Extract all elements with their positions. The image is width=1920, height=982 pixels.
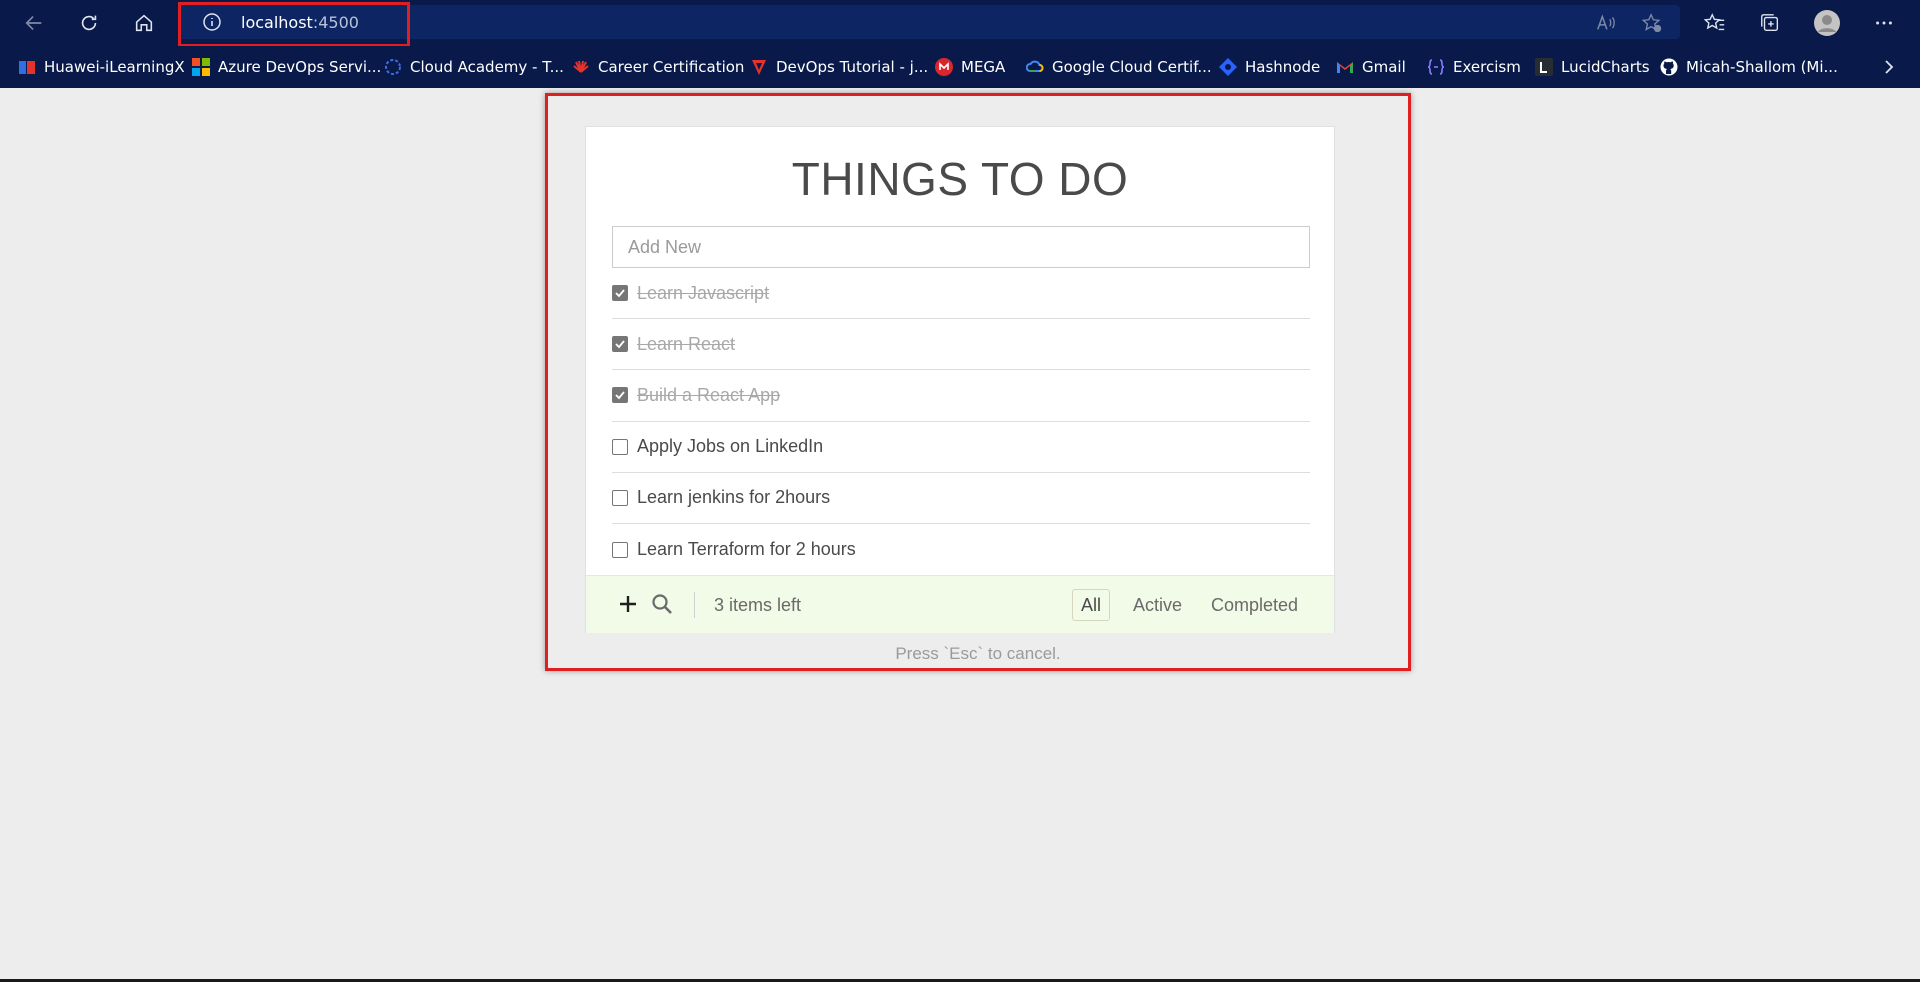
bookmark-github[interactable]: Micah-Shallom (Mi... <box>1660 55 1838 79</box>
bookmark-label: MEGA <box>961 58 1006 76</box>
plus-icon[interactable] <box>616 592 640 616</box>
bookmark-label: Hashnode <box>1245 58 1321 76</box>
bookmark-azure-devops[interactable]: Azure DevOps Servi... <box>192 55 381 79</box>
bookmark-label: Cloud Academy - T... <box>410 58 564 76</box>
bookmark-cloud-academy[interactable]: Cloud Academy - T... <box>384 55 564 79</box>
todo-list: Learn Javascript Learn React Build a Rea… <box>612 268 1310 575</box>
hint-text: Press `Esc` to cancel. <box>895 644 1061 663</box>
reload-button[interactable] <box>73 8 105 38</box>
chevron-right-icon[interactable] <box>1878 55 1900 79</box>
checkmark-icon <box>615 289 625 298</box>
todo-label: Apply Jobs on LinkedIn <box>637 436 824 457</box>
cloud-academy-icon <box>385 59 401 75</box>
profile-button[interactable] <box>1812 9 1842 37</box>
bookmark-label: Azure DevOps Servi... <box>218 58 382 76</box>
todo-item[interactable]: Learn jenkins for 2hours <box>612 473 1310 524</box>
github-icon <box>1660 58 1678 76</box>
bookmark-lucidcharts[interactable]: LucidCharts <box>1535 55 1650 79</box>
bookmark-exercism[interactable]: Exercism <box>1427 55 1521 79</box>
gmail-icon <box>1337 62 1353 73</box>
avatar-icon <box>1814 10 1840 36</box>
todo-card: THINGS TO DO Learn Javascript Learn Reac… <box>585 126 1335 633</box>
favorites-button[interactable] <box>1700 9 1730 37</box>
bookmark-google-cloud[interactable]: Google Cloud Certif... <box>1026 55 1212 79</box>
todo-label: Learn React <box>637 333 736 354</box>
home-button[interactable] <box>128 8 160 38</box>
todo-footer: 3 items left All Active Completed <box>586 575 1334 633</box>
bookmark-devops-tutorial[interactable]: DevOps Tutorial - j... <box>750 55 928 79</box>
bookmark-label: Huawei-iLearningX <box>44 58 185 76</box>
mega-icon <box>935 58 953 76</box>
huawei-learning-icon <box>19 61 35 74</box>
exercism-icon <box>1427 59 1445 75</box>
read-aloud-icon <box>1597 14 1615 30</box>
checkmark-icon <box>615 340 625 349</box>
collections-button[interactable] <box>1755 9 1785 37</box>
todo-item[interactable]: Learn Javascript <box>612 268 1310 320</box>
todo-checkbox[interactable] <box>612 387 628 404</box>
search-icon[interactable] <box>650 592 674 616</box>
bookmark-hashnode[interactable]: Hashnode <box>1219 55 1320 79</box>
todo-checkbox[interactable] <box>612 336 628 353</box>
todo-checkbox[interactable] <box>612 489 628 506</box>
todo-checkbox[interactable] <box>612 541 628 558</box>
collections-icon <box>1761 14 1779 32</box>
bookmark-label: LucidCharts <box>1561 58 1650 76</box>
address-highlight-box <box>178 2 410 47</box>
bookmark-huawei-ilearningx[interactable]: Huawei-iLearningX <box>18 55 185 79</box>
todo-item[interactable]: Build a React App <box>612 370 1310 422</box>
footer-divider <box>694 592 695 618</box>
bookmark-gmail[interactable]: Gmail <box>1336 55 1406 79</box>
todo-checkbox[interactable] <box>612 285 628 302</box>
filter-completed-button[interactable]: Completed <box>1202 589 1307 621</box>
todo-item[interactable]: Apply Jobs on LinkedIn <box>612 422 1310 473</box>
bookmark-label: Exercism <box>1453 58 1521 76</box>
settings-menu-button[interactable] <box>1869 9 1899 37</box>
checkmark-icon <box>615 391 625 400</box>
bookmark-label: Gmail <box>1362 58 1406 76</box>
favorites-list-icon <box>1704 13 1725 31</box>
browser-toolbar: localhost:4500 <box>0 0 1920 47</box>
bookmark-label: Micah-Shallom (Mi... <box>1686 58 1838 76</box>
bookmark-label: DevOps Tutorial - j... <box>776 58 929 76</box>
huawei-icon <box>573 60 589 73</box>
google-cloud-icon <box>1026 60 1044 72</box>
todo-checkbox[interactable] <box>612 438 628 455</box>
add-favorite-button[interactable] <box>1637 9 1667 37</box>
todo-label: Learn Terraform for 2 hours <box>637 539 856 560</box>
read-aloud-button[interactable] <box>1591 9 1621 37</box>
microsoft-icon <box>192 58 210 76</box>
todo-item[interactable]: Learn React <box>612 319 1310 371</box>
bookmark-mega[interactable]: MEGA <box>935 55 1005 79</box>
filter-active-button[interactable]: Active <box>1124 589 1191 621</box>
back-button[interactable] <box>18 8 50 38</box>
filter-all-button[interactable]: All <box>1072 589 1111 621</box>
more-horizontal-icon <box>1876 21 1892 25</box>
bookmarks-bar: Huawei-iLearningX Azure DevOps Servi... … <box>0 46 1920 88</box>
items-left-count: 3 items left <box>714 595 802 615</box>
todo-label: Learn Javascript <box>637 282 770 303</box>
todo-label: Learn jenkins for 2hours <box>637 487 831 508</box>
reload-icon <box>81 15 97 31</box>
todo-label: Build a React App <box>637 384 781 405</box>
devops-tutorial-icon <box>752 60 766 75</box>
page-title: THINGS TO DO <box>791 153 1129 205</box>
bookmark-label: Career Certification <box>598 58 745 76</box>
bookmark-label: Google Cloud Certif... <box>1052 58 1212 76</box>
lucidcharts-icon <box>1535 58 1553 76</box>
hashnode-icon <box>1219 58 1237 76</box>
bookmark-career-certification[interactable]: Career Certification <box>572 55 744 79</box>
home-icon <box>135 14 153 32</box>
todo-item[interactable]: Learn Terraform for 2 hours <box>612 524 1310 575</box>
arrow-left-icon <box>25 15 42 31</box>
add-new-input[interactable] <box>612 226 1310 268</box>
star-add-icon <box>1641 13 1662 33</box>
